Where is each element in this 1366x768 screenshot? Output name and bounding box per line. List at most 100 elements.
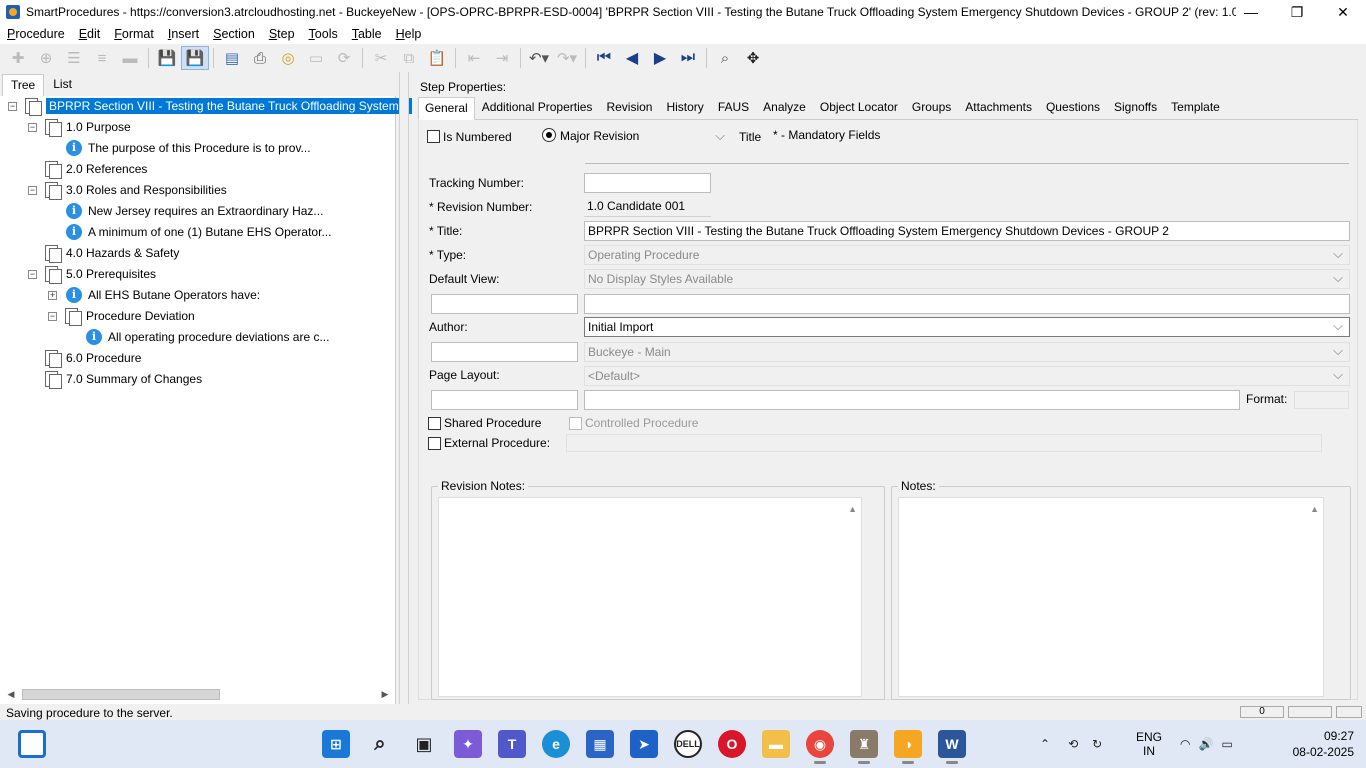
copy-icon[interactable]: ⧉ xyxy=(395,46,423,70)
edge-icon[interactable]: e xyxy=(542,730,570,758)
collapse-icon[interactable]: − xyxy=(8,102,17,111)
next-step-icon[interactable]: ▶ xyxy=(646,46,674,70)
menu-tools[interactable]: Tools xyxy=(302,27,345,41)
custom-value-input[interactable] xyxy=(584,294,1350,314)
menu-format[interactable]: Format xyxy=(107,27,161,41)
minimize-button[interactable]: — xyxy=(1228,0,1274,24)
external-procedure-checkbox[interactable] xyxy=(428,437,441,450)
power-automate-icon[interactable]: ➤ xyxy=(630,730,658,758)
tree-node-summary[interactable]: 7.0 Summary of Changes xyxy=(44,369,202,389)
chrome-icon[interactable]: ◉ xyxy=(806,730,834,764)
restore-button[interactable]: ❐ xyxy=(1274,0,1320,24)
type-dropdown[interactable]: Operating Procedure xyxy=(584,245,1350,265)
refresh-icon[interactable]: ⟳ xyxy=(330,46,358,70)
tab-object-locator[interactable]: Object Locator xyxy=(813,96,905,119)
collapse-icon[interactable]: − xyxy=(28,123,37,132)
tab-general[interactable]: General xyxy=(418,97,475,120)
list-icon[interactable]: ☰ xyxy=(60,46,88,70)
save-icon[interactable]: 💾 xyxy=(181,46,209,70)
tree-node-references[interactable]: 2.0 References xyxy=(44,159,147,179)
remote-app-icon[interactable]: ♜ xyxy=(850,730,878,764)
tree-horizontal-scrollbar[interactable]: ◀ ▶ xyxy=(4,686,392,702)
language-indicator[interactable]: ENG IN xyxy=(1136,730,1162,758)
collapse-icon[interactable]: − xyxy=(28,186,37,195)
print-icon[interactable]: ⎙ xyxy=(246,46,274,70)
menu-section[interactable]: Section xyxy=(206,27,262,41)
tab-revision[interactable]: Revision xyxy=(599,96,659,119)
tab-analyze[interactable]: Analyze xyxy=(756,96,813,119)
start-icon[interactable]: ⊞ xyxy=(322,730,350,758)
tab-attachments[interactable]: Attachments xyxy=(958,96,1039,119)
default-view-dropdown[interactable]: No Display Styles Available xyxy=(584,269,1350,289)
store-icon[interactable]: ▦ xyxy=(586,730,614,758)
first-step-icon[interactable]: ⏮ xyxy=(590,46,618,70)
task-view-icon[interactable]: ▣ xyxy=(410,730,438,758)
collapse-icon[interactable]: − xyxy=(28,270,37,279)
widgets-icon[interactable] xyxy=(18,730,46,758)
tree-node-roles-info-2[interactable]: i A minimum of one (1) Butane EHS Operat… xyxy=(66,222,331,242)
copilot-icon[interactable]: ✦ xyxy=(454,730,482,758)
menu-insert[interactable]: Insert xyxy=(161,27,206,41)
menu-procedure[interactable]: Procedure xyxy=(0,27,72,41)
move-icon[interactable]: ✥ xyxy=(739,46,767,70)
scroll-thumb[interactable] xyxy=(22,689,220,700)
tree-node-deviation-info[interactable]: i All operating procedure deviations are… xyxy=(86,327,329,347)
format-text-input[interactable] xyxy=(584,390,1240,410)
dell-icon[interactable]: DELL xyxy=(674,730,702,758)
remove-icon[interactable]: ▬ xyxy=(116,46,144,70)
menu-edit[interactable]: Edit xyxy=(72,27,108,41)
tab-signoffs[interactable]: Signoffs xyxy=(1107,96,1164,119)
search-icon[interactable]: ⌕ xyxy=(366,730,394,758)
scroll-track[interactable] xyxy=(18,687,378,701)
paste-icon[interactable]: 📋 xyxy=(423,46,451,70)
tree-node-hazards[interactable]: 4.0 Hazards & Safety xyxy=(44,243,179,263)
network-app-icon[interactable]: ⟲ xyxy=(1068,737,1078,751)
title-input[interactable]: BPRPR Section VIII - Testing the Butane … xyxy=(584,221,1350,241)
indent-icon[interactable]: ⇥ xyxy=(488,46,516,70)
notes-textarea[interactable]: ▲ xyxy=(898,497,1324,697)
collapse-icon[interactable]: − xyxy=(48,312,57,321)
tree-node-root[interactable]: BPRPR Section VIII - Testing the Butane … xyxy=(24,96,412,116)
site-dropdown[interactable]: Buckeye - Main xyxy=(584,342,1350,362)
find-icon[interactable]: ⌕ xyxy=(711,46,739,70)
undo-icon[interactable]: ↶▾ xyxy=(525,46,553,70)
teams-icon[interactable]: T xyxy=(498,730,526,758)
scroll-up-icon[interactable]: ▲ xyxy=(1310,504,1319,514)
tab-history[interactable]: History xyxy=(659,96,710,119)
quick-settings[interactable]: ◠ 🔊 ▭ xyxy=(1180,720,1233,768)
revision-notes-textarea[interactable]: ▲ xyxy=(438,497,862,697)
tree-node-roles-info-1[interactable]: i New Jersey requires an Extraordinary H… xyxy=(66,201,323,221)
tab-template[interactable]: Template xyxy=(1164,96,1227,119)
tab-faus[interactable]: FAUS xyxy=(711,96,756,119)
tree-node-purpose[interactable]: 1.0 Purpose xyxy=(44,117,131,137)
custom-label-input[interactable] xyxy=(431,294,578,314)
tree-node-roles[interactable]: 3.0 Roles and Responsibilities xyxy=(44,180,227,200)
site-label-input[interactable] xyxy=(431,342,578,362)
tab-list[interactable]: List xyxy=(44,73,81,96)
tab-additional-properties[interactable]: Additional Properties xyxy=(475,96,600,119)
smartprocedures-taskbar-icon[interactable]: ◑ xyxy=(894,730,922,764)
tree-node-prereq-info[interactable]: i All EHS Butane Operators have: xyxy=(66,285,260,305)
shared-procedure-checkbox[interactable] xyxy=(428,417,441,430)
revision-type-dropdown[interactable] xyxy=(653,128,731,146)
format-label-input[interactable] xyxy=(431,390,578,410)
major-revision-radio[interactable] xyxy=(542,128,556,142)
opera-icon[interactable]: O xyxy=(718,730,746,758)
show-hidden-icons-icon[interactable]: ⌃ xyxy=(1040,737,1050,751)
previous-step-icon[interactable]: ◀ xyxy=(618,46,646,70)
word-icon[interactable]: W xyxy=(938,730,966,764)
publish-icon[interactable]: ▤ xyxy=(218,46,246,70)
clock[interactable]: 09:27 08-02-2025 xyxy=(1293,728,1354,760)
page-layout-dropdown[interactable]: <Default> xyxy=(584,366,1350,386)
scroll-up-icon[interactable]: ▲ xyxy=(848,504,857,514)
author-dropdown[interactable]: Initial Import xyxy=(584,317,1350,337)
tracking-number-input[interactable] xyxy=(584,173,711,193)
menu-help[interactable]: Help xyxy=(389,27,429,41)
controlled-procedure-checkbox[interactable] xyxy=(569,417,582,430)
scroll-left-icon[interactable]: ◀ xyxy=(4,689,18,700)
outdent-icon[interactable]: ⇤ xyxy=(460,46,488,70)
expand-icon[interactable]: + xyxy=(48,291,57,300)
redo-icon[interactable]: ↷▾ xyxy=(553,46,581,70)
menu-table[interactable]: Table xyxy=(345,27,389,41)
is-numbered-checkbox[interactable] xyxy=(427,130,440,143)
